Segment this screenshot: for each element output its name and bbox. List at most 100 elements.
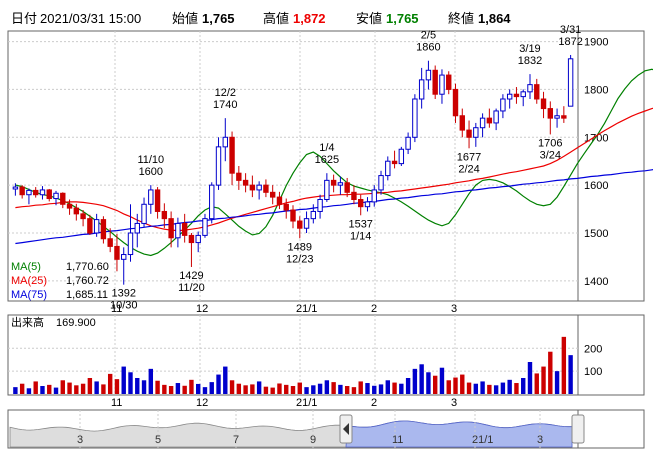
candle-body [175, 222, 181, 239]
volume-bar [500, 382, 506, 394]
candle [297, 216, 303, 239]
annotation-label: 3/24 [540, 149, 561, 161]
volume-bar [94, 381, 99, 394]
candle [100, 216, 107, 244]
candle [168, 211, 174, 248]
candle-body [60, 192, 66, 205]
candle-body [100, 219, 107, 240]
volume-bar [135, 378, 140, 394]
close-value: 1,864 [478, 11, 511, 26]
candle [303, 211, 310, 233]
annotation-label: 3/19 [519, 43, 540, 55]
candle [229, 131, 235, 186]
volume-bar [284, 384, 289, 394]
candle [479, 113, 486, 138]
annotation-label: 1537 [348, 218, 372, 230]
candle-body [412, 98, 418, 138]
price-x-tick-label: 2 [371, 303, 377, 315]
volume-bar [87, 378, 93, 394]
candle [506, 89, 513, 109]
candle [567, 54, 574, 107]
candle [127, 204, 134, 262]
volume-bar [60, 380, 65, 394]
candle [473, 122, 479, 147]
overview-x-tick-label: 11 [392, 434, 403, 446]
price-axis-frame [577, 30, 645, 302]
price-x-tick-label: 3 [451, 303, 457, 315]
candle-body [93, 219, 100, 234]
candle [520, 89, 526, 107]
candle [256, 181, 262, 200]
overview-x-tick-label: 9 [310, 434, 316, 446]
volume-bar [331, 382, 336, 394]
candle-body [534, 84, 540, 100]
candle [202, 213, 208, 238]
candle-body [80, 213, 86, 220]
candle [500, 94, 506, 119]
volume-bar [426, 372, 431, 394]
volume-bar [256, 381, 262, 394]
annotation-label: 2/5 [421, 30, 436, 42]
candle [39, 186, 46, 200]
volume-bar [521, 378, 526, 394]
overview-right-handle[interactable] [571, 414, 585, 444]
overview-axis-frame [577, 409, 645, 449]
annotation-label: 10/30 [110, 300, 138, 312]
candle-body [141, 203, 147, 224]
candle-body [222, 136, 228, 148]
candle [32, 187, 39, 198]
volume-bar [175, 383, 181, 394]
volume-bar [405, 378, 411, 394]
volume-bar [128, 372, 133, 394]
overview-x-tick-label: 3 [537, 434, 543, 446]
candle-body [46, 189, 52, 200]
candle-body [567, 58, 574, 107]
candle-body [561, 115, 567, 119]
volume-bar [229, 380, 235, 394]
candle [283, 198, 289, 219]
volume-bar [101, 384, 106, 394]
volume-bar [155, 380, 160, 394]
volume-bar [189, 379, 194, 394]
high-label: 高値 [263, 11, 289, 26]
ma-legend: MA(5) 1,770.60 MA(25) 1,760.72 MA(75) 1,685.1… [11, 261, 109, 301]
candle [466, 120, 472, 149]
overview-x-tick-label: 5 [155, 434, 161, 446]
legend-label: MA(75) [11, 289, 47, 301]
candle-body [236, 172, 242, 181]
annotation-label: 11/10 [137, 154, 164, 166]
volume-bar [453, 377, 458, 394]
annotation-label: 1740 [213, 99, 237, 111]
volume-bar [460, 374, 465, 394]
volume-bar [324, 380, 330, 394]
candle-body [39, 189, 46, 196]
candle-body [391, 160, 398, 165]
candle-body [452, 88, 459, 117]
price-y-tick-label: 1600 [584, 180, 608, 192]
price-y-tick-label: 1500 [584, 228, 608, 240]
volume-bar [466, 382, 472, 394]
volume-bar [168, 386, 174, 394]
volume-bar [80, 383, 86, 394]
volume-bar [561, 336, 567, 394]
candle [398, 146, 405, 166]
volume-bar [344, 386, 350, 394]
candle-body [439, 74, 445, 95]
high-value: 1,872 [293, 11, 326, 26]
candle-body [527, 84, 533, 93]
volume-bar [263, 386, 269, 394]
volume-bar [297, 382, 302, 394]
volume-bar [74, 385, 79, 394]
candle-body [209, 184, 215, 220]
volume-bar [107, 373, 113, 394]
candle [561, 106, 567, 123]
candle [181, 213, 188, 243]
candle-body [330, 179, 337, 186]
overview-left-handle[interactable] [339, 414, 353, 444]
legend-value: 1,760.72 [66, 275, 109, 287]
candle-body [114, 245, 120, 260]
overview-navigator[interactable]: 3 5 7 9 11 21/1 3 [9, 410, 573, 448]
candle [493, 108, 499, 131]
legend-value: 1,685.11 [66, 289, 108, 301]
candle [540, 91, 547, 119]
